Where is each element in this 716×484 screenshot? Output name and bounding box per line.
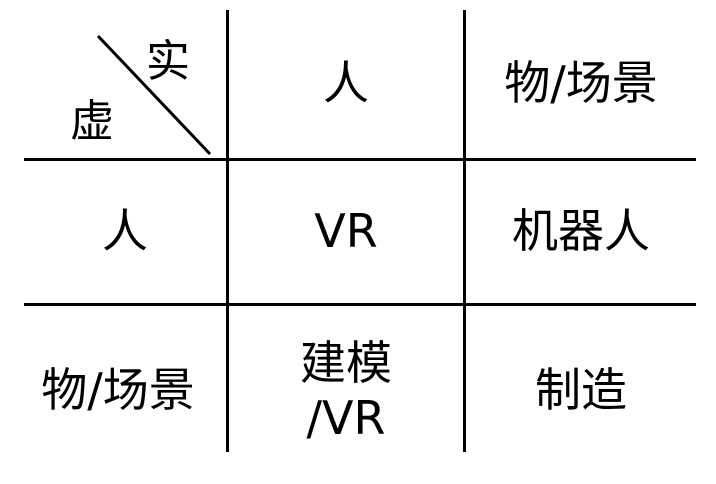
cell-object-person: 建模 /VR — [229, 306, 463, 476]
cell-object-object: 制造 — [535, 363, 627, 418]
cell-object-person-line1: 建模 — [300, 335, 392, 390]
cell-person-person: VR — [314, 204, 378, 259]
cell-person-object: 机器人 — [512, 204, 650, 259]
row-header-object-scene: 物/场景 — [41, 363, 195, 418]
corner-label-virtual: 虚 — [70, 96, 114, 147]
header-col-object-scene: 物/场景 — [504, 56, 658, 111]
corner-label-real: 实 — [146, 36, 190, 87]
cell-object-person-line2: /VR — [306, 391, 386, 445]
header-col-person: 人 — [323, 56, 369, 111]
row-header-person: 人 — [102, 204, 148, 259]
